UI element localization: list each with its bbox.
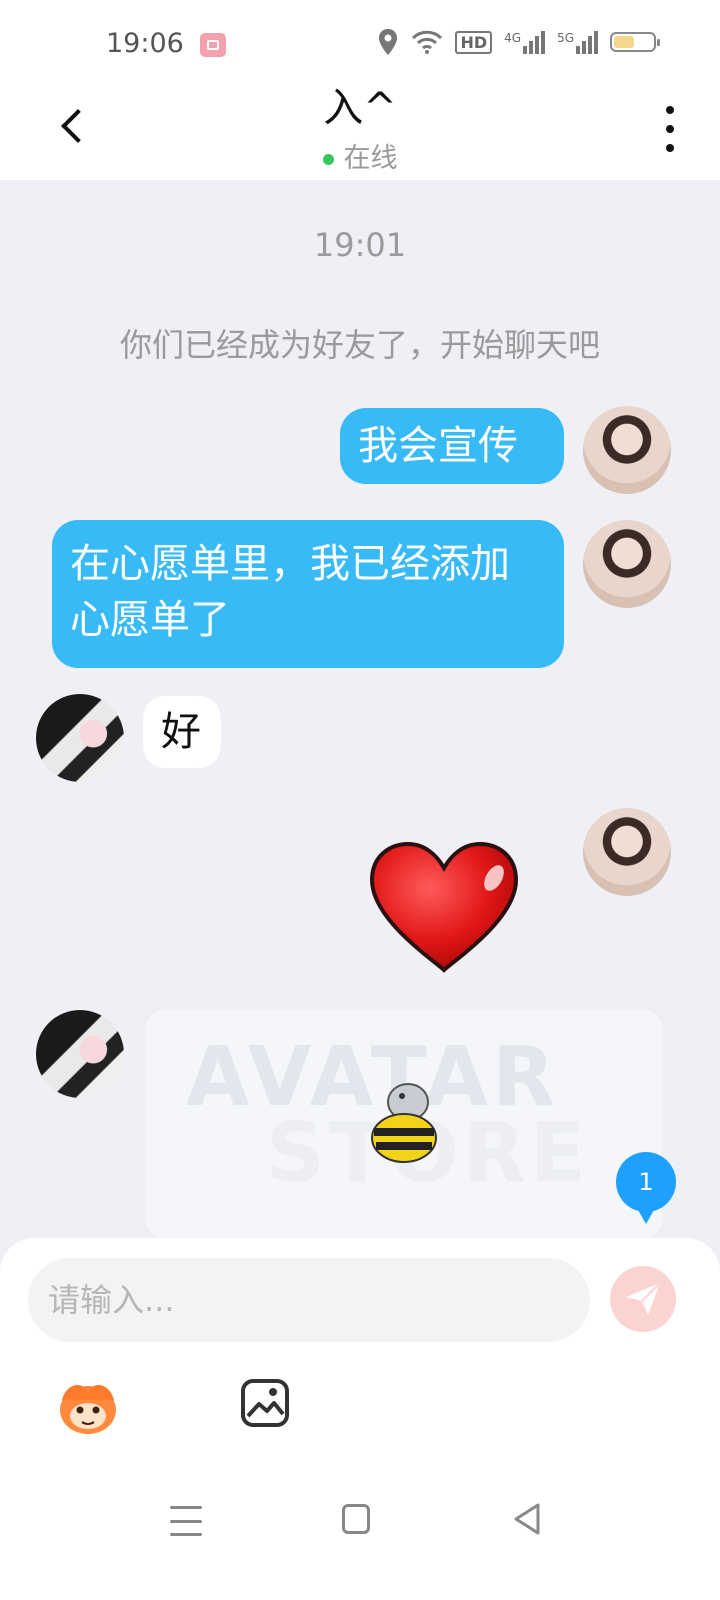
incoming-message-bubble[interactable]: 好 bbox=[143, 696, 221, 768]
more-dot bbox=[666, 125, 674, 133]
signal-bar bbox=[529, 40, 534, 54]
online-dot-icon bbox=[322, 154, 334, 165]
menu-line bbox=[170, 1506, 202, 1509]
wifi-icon bbox=[412, 30, 443, 54]
send-button[interactable] bbox=[610, 1266, 676, 1332]
chat-title: 入^ bbox=[323, 85, 397, 131]
signal-bar bbox=[535, 35, 540, 54]
online-status: 在线 bbox=[0, 136, 720, 175]
screen-record-icon bbox=[200, 33, 226, 57]
signal-5g-icon: 5G bbox=[557, 30, 598, 54]
battery-icon bbox=[610, 32, 660, 52]
unread-count-badge[interactable]: 1 bbox=[616, 1152, 676, 1224]
signal-4g-icon: 4G bbox=[504, 30, 546, 54]
signal-bar bbox=[588, 35, 592, 54]
hd-icon: HD bbox=[455, 30, 493, 54]
home-button[interactable] bbox=[342, 1504, 370, 1534]
send-icon bbox=[626, 1282, 661, 1315]
signal-4g-label: 4G bbox=[504, 30, 522, 45]
menu-line bbox=[170, 1519, 202, 1523]
my-avatar[interactable] bbox=[583, 808, 671, 896]
friend-avatar[interactable] bbox=[36, 1010, 124, 1098]
signal-bar bbox=[523, 45, 528, 54]
system-navigation-bar bbox=[0, 1480, 720, 1600]
outgoing-message-bubble[interactable]: 在心愿单里，我已经添加心愿单了 bbox=[52, 520, 564, 668]
online-status-text: 在线 bbox=[343, 143, 398, 174]
system-back-button[interactable] bbox=[512, 1502, 542, 1536]
my-avatar[interactable] bbox=[583, 406, 671, 494]
message-input[interactable] bbox=[28, 1258, 590, 1342]
more-dot bbox=[666, 144, 674, 152]
recent-apps-button[interactable] bbox=[170, 1506, 202, 1536]
system-message: 你们已经成为好友了，开始聊天吧 bbox=[119, 326, 600, 364]
status-time: 19:06 bbox=[106, 28, 184, 59]
more-options-button[interactable] bbox=[660, 106, 680, 152]
status-icons: HD 4G 5G bbox=[377, 28, 660, 56]
signal-bar bbox=[594, 30, 598, 54]
image-picker-icon[interactable] bbox=[240, 1378, 290, 1428]
signal-bar bbox=[541, 30, 546, 54]
more-dot bbox=[666, 106, 674, 114]
status-bar: 19:06 HD 4G 5G bbox=[0, 0, 720, 90]
chat-header: 入^ 在线 bbox=[0, 82, 720, 180]
signal-bar bbox=[576, 45, 580, 54]
bee-mascot-icon bbox=[371, 1083, 437, 1163]
location-icon bbox=[379, 29, 398, 55]
avatar-store-card[interactable]: AVATAR STORE bbox=[146, 1010, 662, 1238]
friend-avatar[interactable] bbox=[36, 694, 124, 782]
heart-sticker-icon[interactable] bbox=[366, 838, 522, 978]
emoji-sticker-icon[interactable] bbox=[56, 1378, 120, 1436]
outgoing-message-bubble[interactable]: 我会宣传 bbox=[340, 408, 564, 484]
signal-5g-label: 5G bbox=[557, 30, 574, 45]
menu-line bbox=[170, 1533, 202, 1536]
chat-timestamp: 19:01 bbox=[313, 226, 407, 264]
my-avatar[interactable] bbox=[583, 520, 671, 608]
signal-bar bbox=[582, 40, 586, 54]
